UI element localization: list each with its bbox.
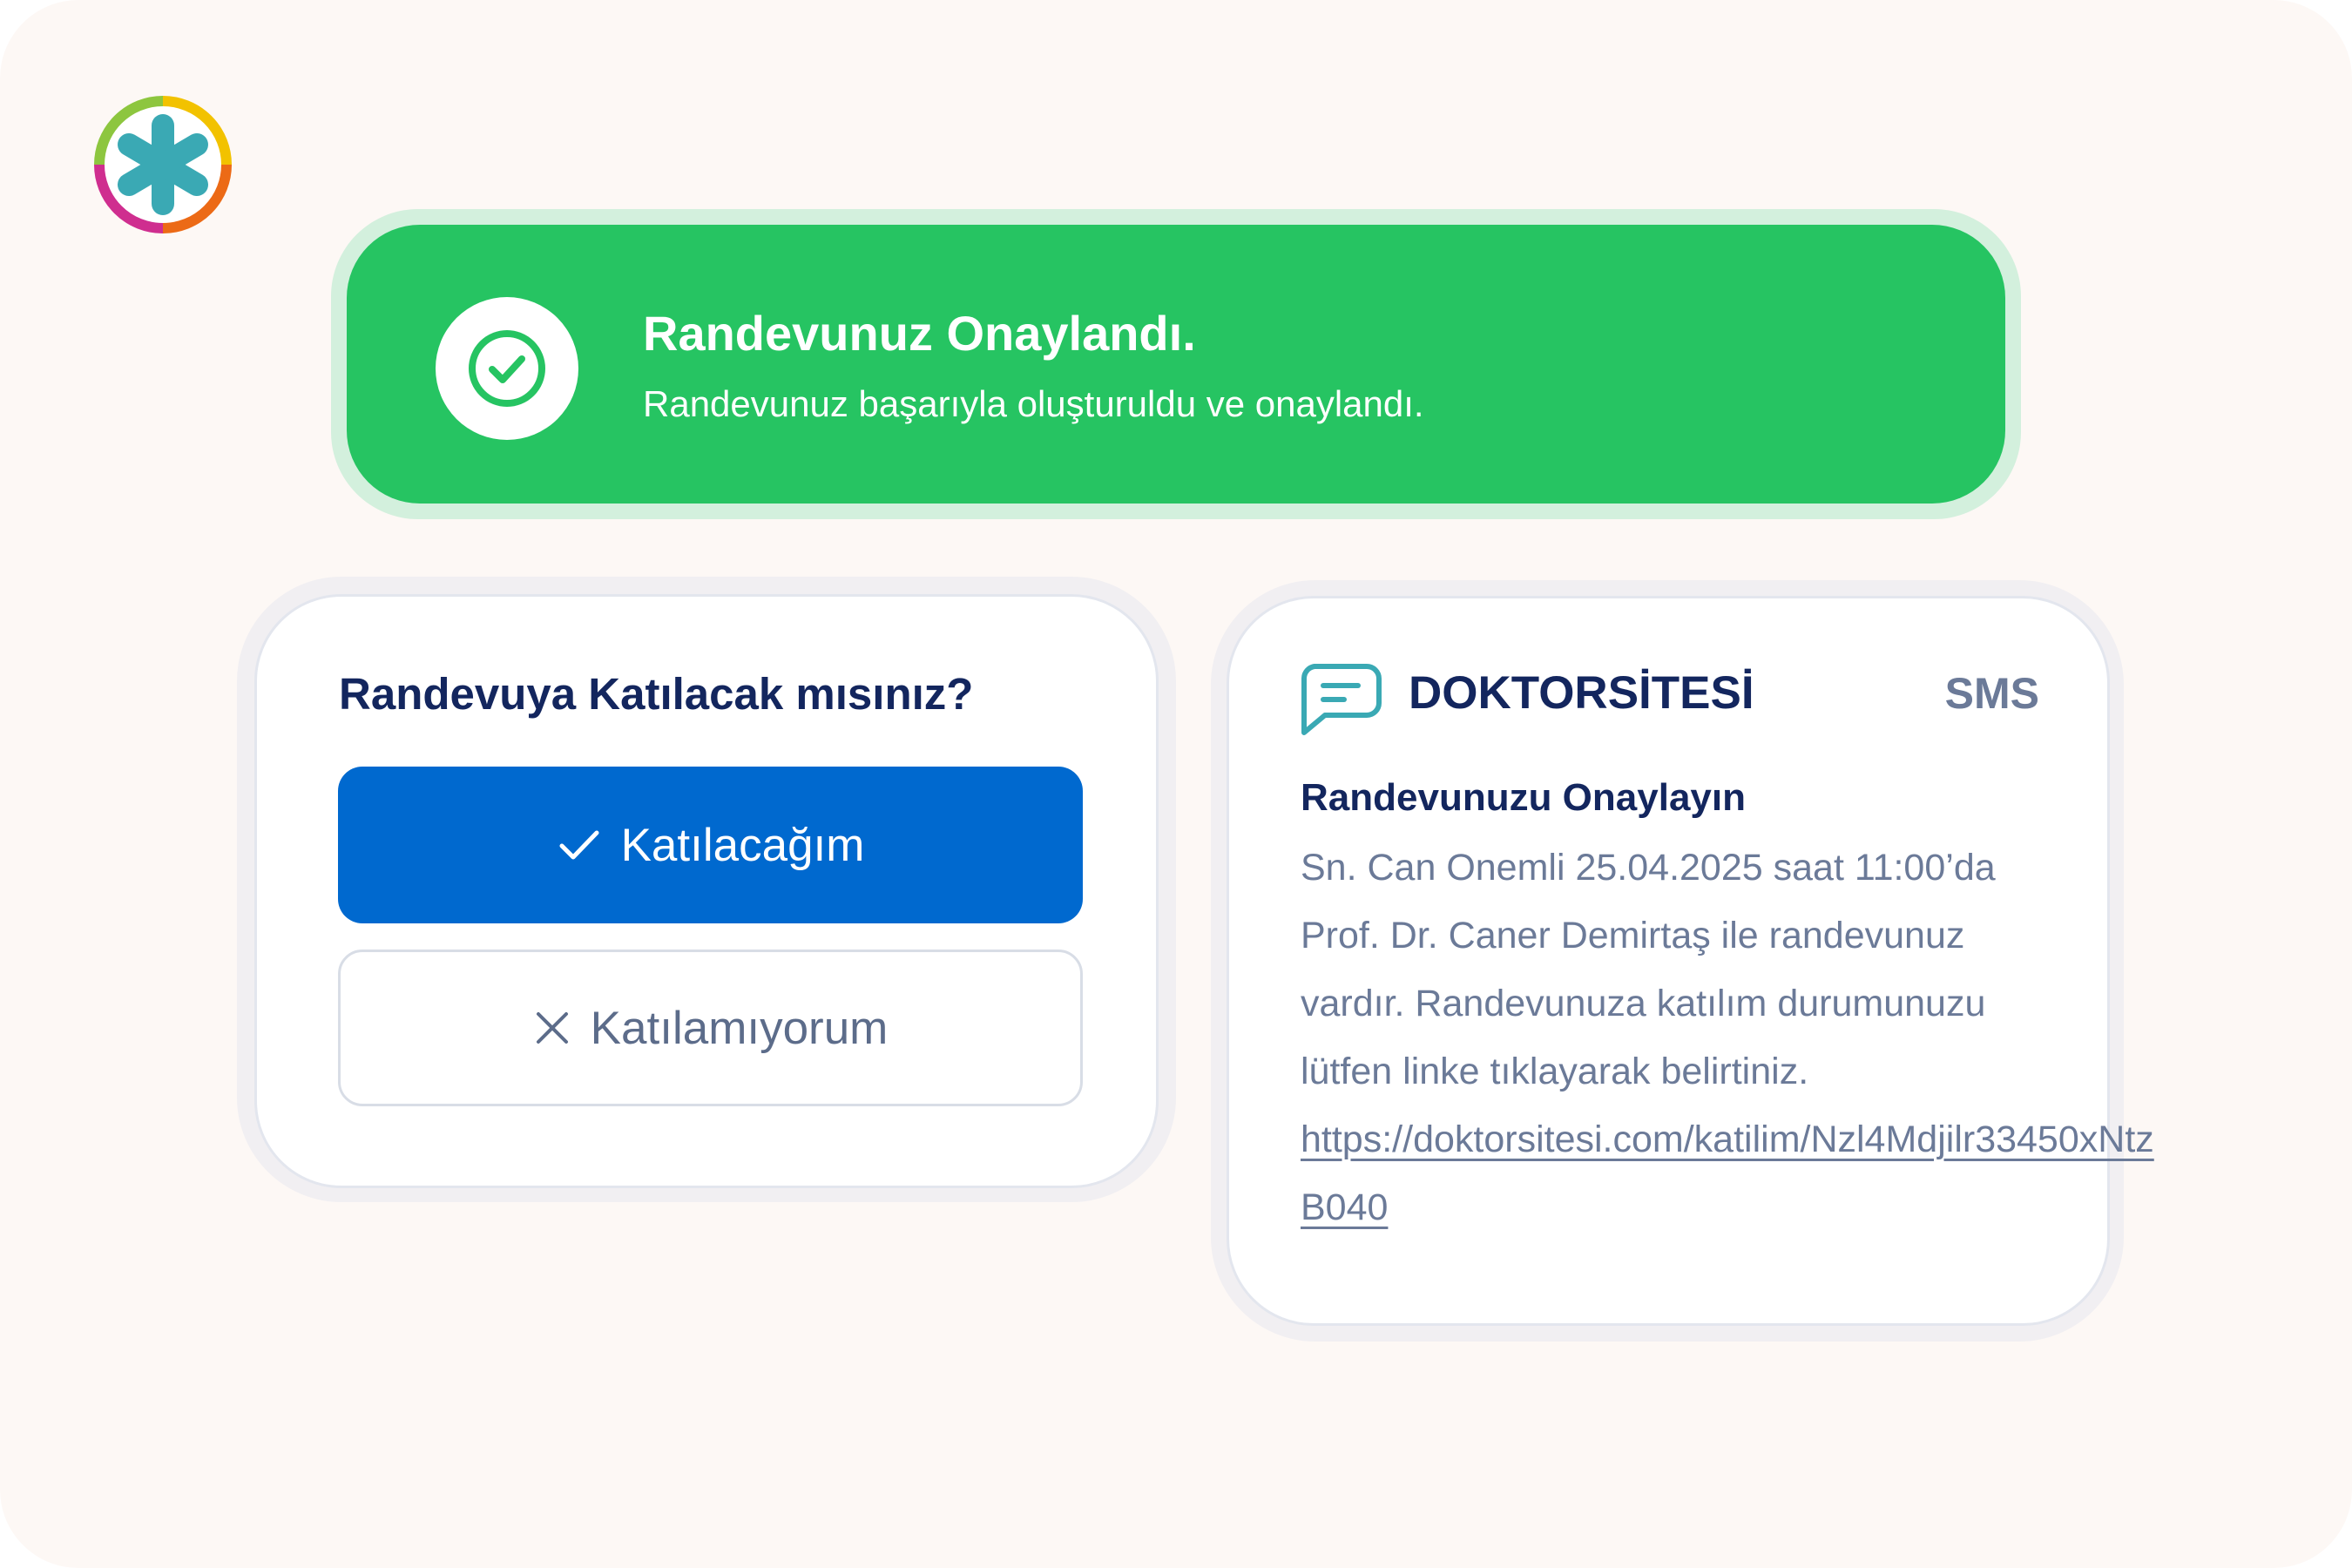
sms-sender: DOKTORSİTESİ (1409, 667, 1754, 719)
chat-bubble-icon (1299, 659, 1382, 738)
sms-tag: SMS (1944, 669, 2039, 718)
decline-attendance-button[interactable]: Katılamıyorum (338, 950, 1083, 1106)
decline-button-label: Katılamıyorum (590, 1002, 889, 1054)
page-canvas: Randevunuz Onaylandı. Randevunuz başarıy… (0, 0, 2352, 1568)
sms-subject: Randevunuzu Onaylayın (1301, 776, 1746, 819)
attendance-card: Randevuya Katılacak mısınız? Katılacağım… (254, 594, 1159, 1188)
sms-confirmation-link[interactable]: https://doktorsitesi.com/katilim/Nzl4Mdj… (1301, 1119, 2154, 1228)
sms-card: DOKTORSİTESİ SMS Randevunuzu Onaylayın S… (1227, 596, 2154, 1326)
sms-message: Sn. Can Onemli 25.04.2025 saat 11:00’da … (1301, 834, 2154, 1241)
banner-subtitle: Randevunuz başarıyla oluşturuldu ve onay… (643, 383, 1424, 424)
asterisk-logo-icon (89, 91, 237, 239)
success-banner: Randevunuz Onaylandı. Randevunuz başarıy… (347, 225, 2005, 504)
banner-title: Randevunuz Onaylandı. (643, 306, 1196, 361)
close-icon (533, 1009, 571, 1047)
check-icon (557, 822, 602, 868)
confirm-attendance-button[interactable]: Katılacağım (338, 767, 1083, 923)
attendance-question: Randevuya Katılacak mısınız? (339, 669, 974, 719)
sms-message-text: Sn. Can Onemli 25.04.2025 saat 11:00’da … (1301, 847, 1996, 1092)
check-circle-icon (469, 330, 545, 407)
confirm-button-label: Katılacağım (620, 819, 865, 871)
banner-badge (436, 297, 578, 440)
